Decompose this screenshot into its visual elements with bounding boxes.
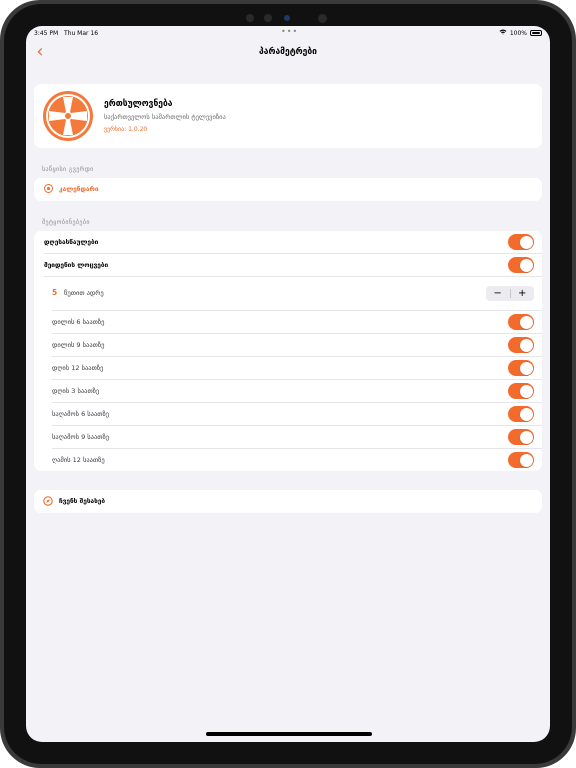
holidays-toggle[interactable] <box>508 234 534 250</box>
section-header-notifications: შეტყობინებები <box>42 219 90 226</box>
notifications-group: დღესასწაულები მეიდენის ლოცვები 5 წუთით ა… <box>34 231 542 471</box>
home-page-row[interactable]: კალენდარი <box>34 178 542 201</box>
decrement-button[interactable]: − <box>486 286 510 301</box>
camera-sensor <box>246 14 254 22</box>
time-label: დილის 6 საათზე <box>52 318 105 326</box>
volume-down-button <box>572 90 576 120</box>
contact-group: ჩვენს შესახებ <box>34 490 542 513</box>
time-row: ღამის 12 საათზე <box>34 449 542 472</box>
time-label: საღამოს 6 საათზე <box>52 410 110 418</box>
camera-sensor <box>318 14 327 23</box>
status-bar: 3:45 PM Thu Mar 16 ••• 100% <box>26 26 550 40</box>
time-row: დღის 3 საათზე <box>34 380 542 403</box>
home-page-group: კალენდარი <box>34 178 542 201</box>
section-header-home: საწყისი გვერდი <box>42 166 94 173</box>
app-name: ერთსულოვნება <box>104 99 173 109</box>
time-toggle[interactable] <box>508 406 534 422</box>
time-toggle[interactable] <box>508 314 534 330</box>
reminder-row: 5 წუთით ადრე − + <box>34 277 542 311</box>
time-row: საღამოს 6 საათზე <box>34 403 542 426</box>
increment-button[interactable]: + <box>511 286 535 301</box>
multitasking-dots[interactable]: ••• <box>281 27 298 36</box>
screen: 3:45 PM Thu Mar 16 ••• 100% ‹ პარამეტრებ… <box>26 26 550 742</box>
time-label: დილის 9 საათზე <box>52 341 105 349</box>
volume-up-button <box>572 52 576 82</box>
time-toggle[interactable] <box>508 429 534 445</box>
app-subtitle: საქართველოს სამართლის ტელევიზია <box>104 113 226 121</box>
app-info-card: ერთსულოვნება საქართველოს სამართლის ტელევ… <box>34 84 542 148</box>
navigation-bar: ‹ პარამეტრები <box>26 40 550 66</box>
time-label: დღის 3 საათზე <box>52 387 100 395</box>
time-row: დილის 6 საათზე <box>34 311 542 334</box>
time-toggle[interactable] <box>508 452 534 468</box>
time-toggle[interactable] <box>508 383 534 399</box>
holidays-label: დღესასწაულები <box>44 238 99 246</box>
wifi-icon <box>499 29 507 37</box>
time-row: დილის 9 საათზე <box>34 334 542 357</box>
battery-status: 100% <box>499 29 542 37</box>
prayer-times-label: მეიდენის ლოცვები <box>44 261 109 269</box>
status-time: 3:45 PM <box>34 30 59 37</box>
home-page-label: კალენდარი <box>59 185 99 193</box>
home-indicator[interactable] <box>206 732 372 736</box>
compass-icon <box>43 496 53 506</box>
prayer-times-row: მეიდენის ლოცვები <box>34 254 542 277</box>
time-row: საღამოს 9 საათზე <box>34 426 542 449</box>
contact-row[interactable]: ჩვენს შესახებ <box>34 490 542 513</box>
time-row: დღის 12 საათზე <box>34 357 542 380</box>
holidays-row: დღესასწაულები <box>34 231 542 254</box>
battery-percent: 100% <box>509 29 527 37</box>
page-title: პარამეტრები <box>259 47 317 57</box>
time-toggle[interactable] <box>508 360 534 376</box>
time-label: საღამოს 9 საათზე <box>52 433 110 441</box>
cross-logo-icon <box>43 91 93 141</box>
battery-icon <box>530 30 542 36</box>
reminder-stepper: − + <box>486 286 534 301</box>
camera-sensor <box>264 14 272 22</box>
status-date: Thu Mar 16 <box>64 30 99 37</box>
reminder-minutes: 5 <box>52 288 58 297</box>
time-label: ღამის 12 საათზე <box>52 456 105 464</box>
contact-label: ჩვენს შესახებ <box>59 497 106 505</box>
reminder-label: წუთით ადრე <box>64 289 104 297</box>
time-label: დღის 12 საათზე <box>52 364 104 372</box>
time-toggle[interactable] <box>508 337 534 353</box>
prayer-times-toggle[interactable] <box>508 257 534 273</box>
radio-target-icon <box>44 184 53 193</box>
front-camera <box>284 15 290 21</box>
app-version: ვერსია: 1.0.20 <box>104 126 148 133</box>
device-frame: 3:45 PM Thu Mar 16 ••• 100% ‹ პარამეტრებ… <box>0 0 576 768</box>
